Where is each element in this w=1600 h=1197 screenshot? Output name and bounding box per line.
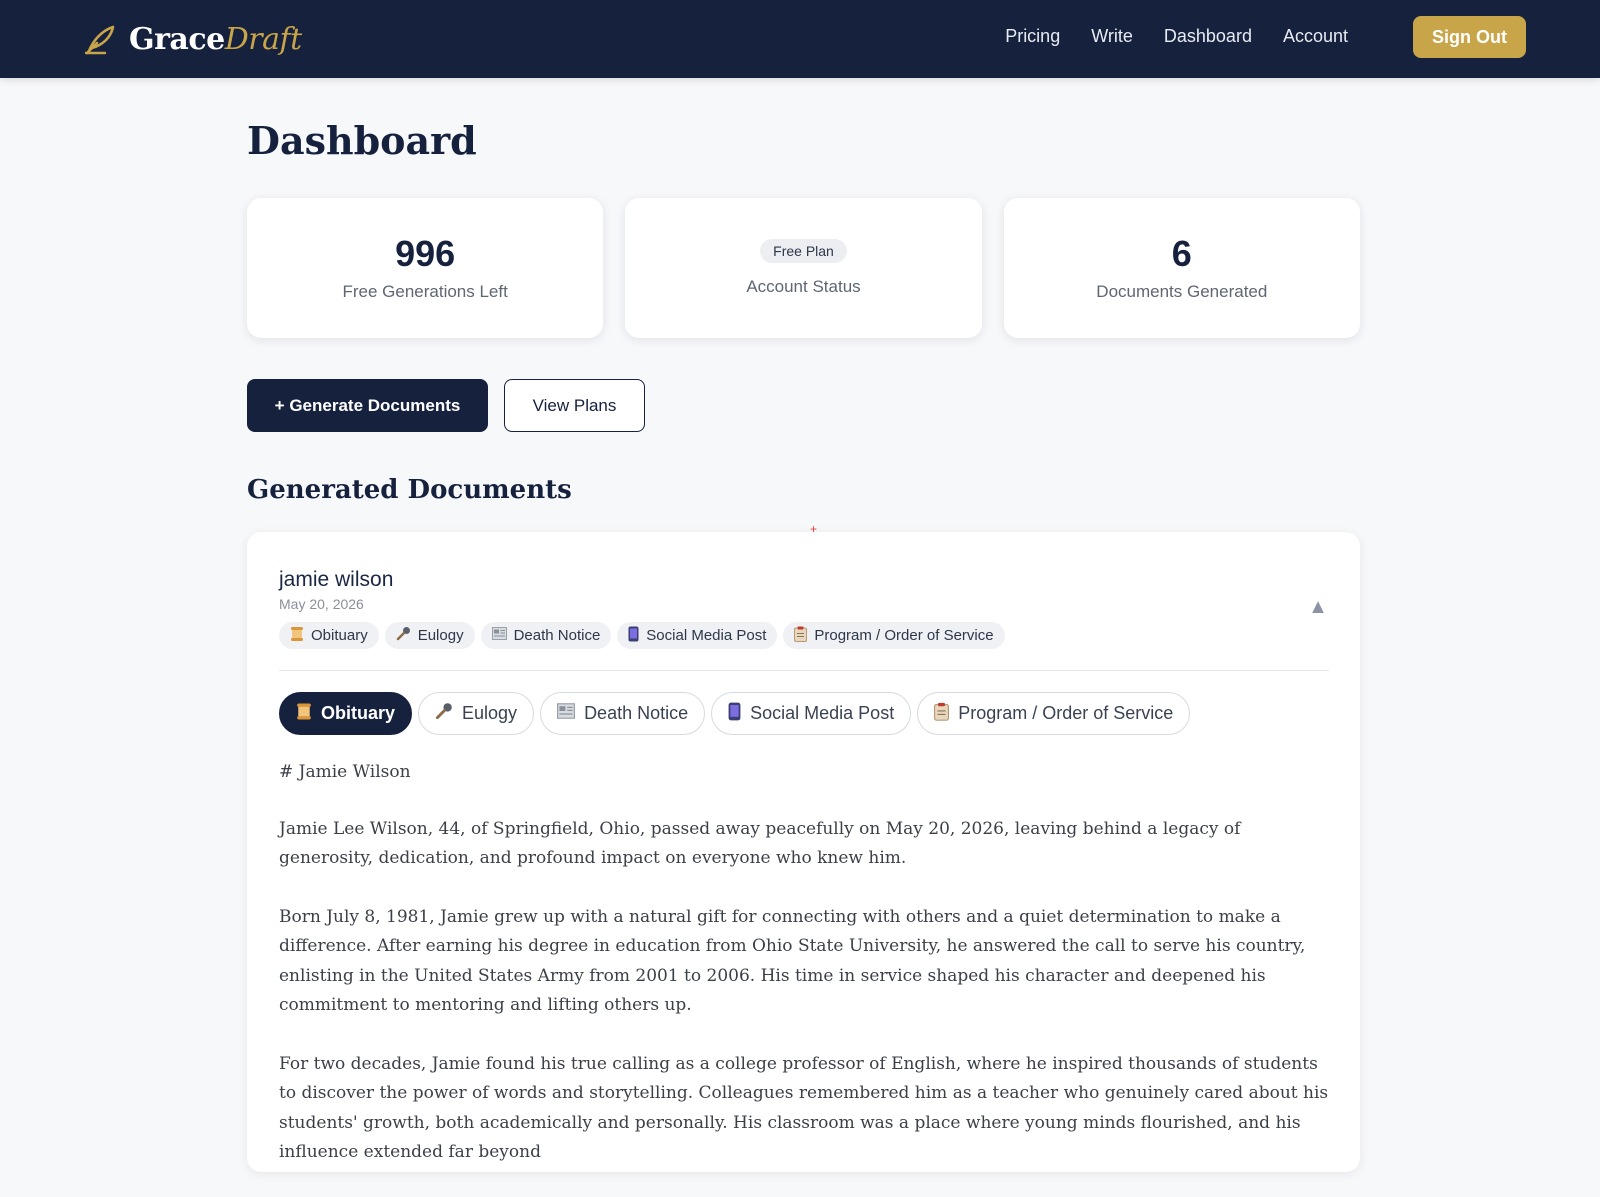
tag-program-order-of-service-label: Program / Order of Service [814, 627, 994, 644]
document-paragraph: Born July 8, 1981, Jamie grew up with a … [279, 906, 1306, 1016]
tab-program-order-of-service[interactable]: Program / Order of Service [917, 692, 1191, 735]
stat-card-account-status: Free Plan Account Status [625, 198, 982, 338]
document-type-tags: Obituary Eulogy Death Notice Social Medi… [279, 622, 1005, 649]
microphone-icon [396, 626, 411, 645]
stat-card-documents-generated: 6 Documents Generated [1003, 198, 1360, 338]
brand-name-grace: Grace [129, 21, 225, 57]
tag-program-order-of-service: Program / Order of Service [783, 622, 1005, 649]
document-paragraph: For two decades, Jamie found his true ca… [279, 1053, 1329, 1163]
collapse-toggle-icon[interactable]: ▲ [1308, 597, 1328, 617]
tab-obituary[interactable]: Obituary [279, 692, 413, 735]
brand-name: GraceDraft [129, 22, 302, 57]
stats-row: 996 Free Generations Left Free Plan Acco… [247, 198, 1360, 338]
document-paragraph: Jamie Lee Wilson, 44, of Springfield, Oh… [279, 818, 1241, 869]
plan-badge: Free Plan [760, 239, 847, 263]
phone-icon [628, 626, 639, 646]
nav-link-write[interactable]: Write [1091, 26, 1133, 47]
free-generations-label: Free Generations Left [342, 281, 508, 301]
document-tabs: Obituary Eulogy Death Notice Social Medi… [279, 692, 1191, 735]
documents-generated-value: 6 [1171, 233, 1192, 275]
microphone-icon [435, 702, 453, 725]
tab-death-notice[interactable]: Death Notice [540, 692, 706, 735]
tag-death-notice: Death Notice [480, 622, 612, 649]
quill-icon [83, 23, 117, 55]
section-title-generated-documents: Generated Documents [247, 475, 572, 505]
top-navigation-bar: GraceDraft Pricing Write Dashboard Accou… [0, 0, 1600, 78]
generate-documents-button[interactable]: + Generate Documents [247, 379, 488, 432]
tag-obituary-label: Obituary [311, 627, 368, 644]
nav-link-account[interactable]: Account [1283, 26, 1348, 47]
tab-social-media-post-label: Social Media Post [750, 703, 895, 723]
nav-link-dashboard[interactable]: Dashboard [1164, 26, 1252, 47]
page-title: Dashboard [247, 118, 477, 163]
tab-death-notice-label: Death Notice [584, 703, 689, 723]
tag-social-media-post-label: Social Media Post [646, 627, 767, 644]
clipboard-icon [794, 626, 808, 646]
newspaper-icon [557, 703, 576, 724]
free-generations-value: 996 [395, 233, 456, 275]
tab-obituary-label: Obituary [321, 703, 396, 723]
nav-link-pricing[interactable]: Pricing [1005, 26, 1060, 47]
brand-name-draft: Draft [224, 21, 302, 57]
tag-social-media-post: Social Media Post [617, 622, 778, 649]
tab-eulogy[interactable]: Eulogy [418, 692, 535, 735]
action-buttons: + Generate Documents View Plans [247, 379, 645, 432]
tab-eulogy-label: Eulogy [462, 703, 518, 723]
clipboard-icon [934, 702, 950, 726]
tag-eulogy: Eulogy [384, 622, 475, 649]
document-content: # Jamie Wilson Jamie Lee Wilson, 44, of … [279, 758, 1334, 1197]
tab-program-order-of-service-label: Program / Order of Service [958, 703, 1174, 723]
newspaper-icon [491, 627, 507, 644]
view-plans-button[interactable]: View Plans [504, 379, 645, 432]
account-status-label: Account Status [746, 277, 861, 296]
documents-generated-label: Documents Generated [1096, 281, 1268, 301]
document-date: May 20, 2026 [279, 596, 364, 612]
tag-eulogy-label: Eulogy [417, 627, 464, 644]
scroll-icon [296, 702, 312, 726]
brand-logo[interactable]: GraceDraft [83, 18, 302, 60]
tag-death-notice-label: Death Notice [513, 627, 601, 644]
phone-icon [728, 702, 741, 726]
tab-social-media-post[interactable]: Social Media Post [711, 692, 912, 735]
stat-card-free-generations: 996 Free Generations Left [247, 198, 604, 338]
tag-obituary: Obituary [279, 622, 379, 649]
nav-links: Pricing Write Dashboard Account [1005, 26, 1348, 47]
scroll-icon [290, 626, 304, 646]
document-heading: # Jamie Wilson [279, 762, 411, 782]
card-divider [279, 670, 1329, 671]
document-name: jamie wilson [279, 568, 394, 591]
document-card: jamie wilson May 20, 2026 ▲ Obituary Eul… [247, 532, 1360, 1172]
sign-out-button[interactable]: Sign Out [1413, 16, 1526, 58]
